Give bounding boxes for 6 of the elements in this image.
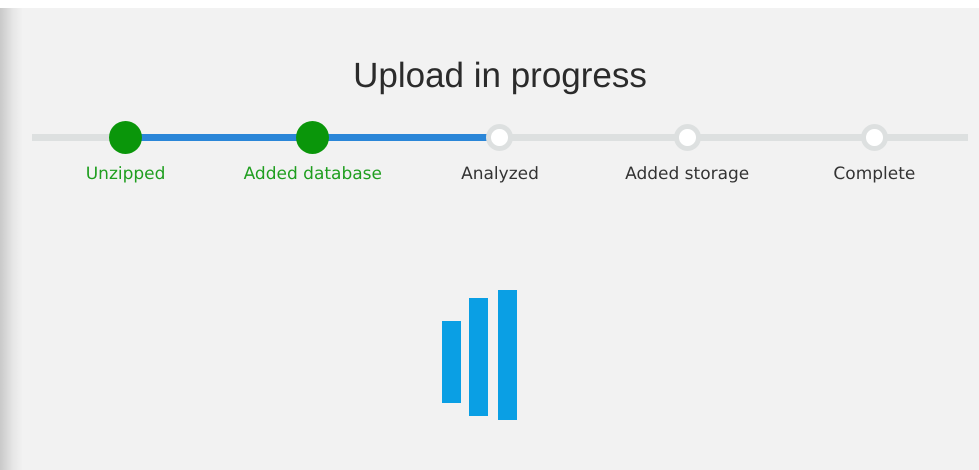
step-label: Added database — [244, 164, 382, 184]
page-title: Upload in progress — [352, 55, 648, 97]
step-label: Complete — [833, 164, 916, 184]
step-label: Unzipped — [86, 164, 166, 184]
step-label: Added storage — [625, 164, 750, 184]
step-label: Analyzed — [461, 164, 539, 184]
